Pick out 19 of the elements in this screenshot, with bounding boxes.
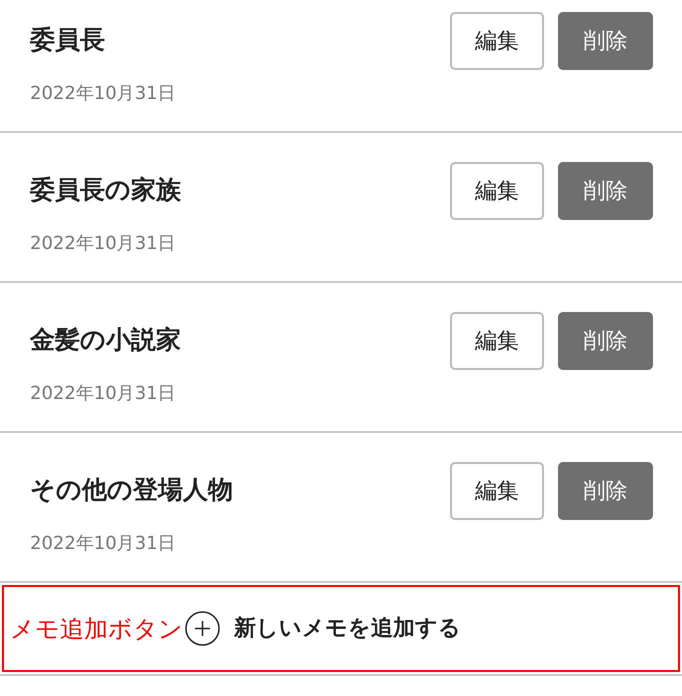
memo-title: 委員長の家族 <box>30 174 181 206</box>
memo-date: 2022年10月31日 <box>30 532 177 556</box>
memo-title: 金髪の小説家 <box>30 324 181 356</box>
edit-button[interactable]: 編集 <box>450 462 544 520</box>
add-memo-button[interactable]: 新しいメモを追加する <box>185 611 461 646</box>
delete-button[interactable]: 削除 <box>558 12 653 70</box>
memo-title: 委員長 <box>30 24 106 56</box>
memo-date: 2022年10月31日 <box>30 382 177 406</box>
edit-button[interactable]: 編集 <box>450 12 544 70</box>
delete-button[interactable]: 削除 <box>558 162 653 220</box>
delete-button[interactable]: 削除 <box>558 462 653 520</box>
edit-button[interactable]: 編集 <box>450 312 544 370</box>
plus-circle-icon <box>185 611 220 646</box>
memo-title: その他の登場人物 <box>30 474 233 506</box>
annotation-label: メモ追加ボタン <box>10 614 183 644</box>
memo-date: 2022年10月31日 <box>30 232 177 256</box>
memo-date: 2022年10月31日 <box>30 82 176 106</box>
delete-button[interactable]: 削除 <box>558 312 653 370</box>
edit-button[interactable]: 編集 <box>450 162 544 220</box>
